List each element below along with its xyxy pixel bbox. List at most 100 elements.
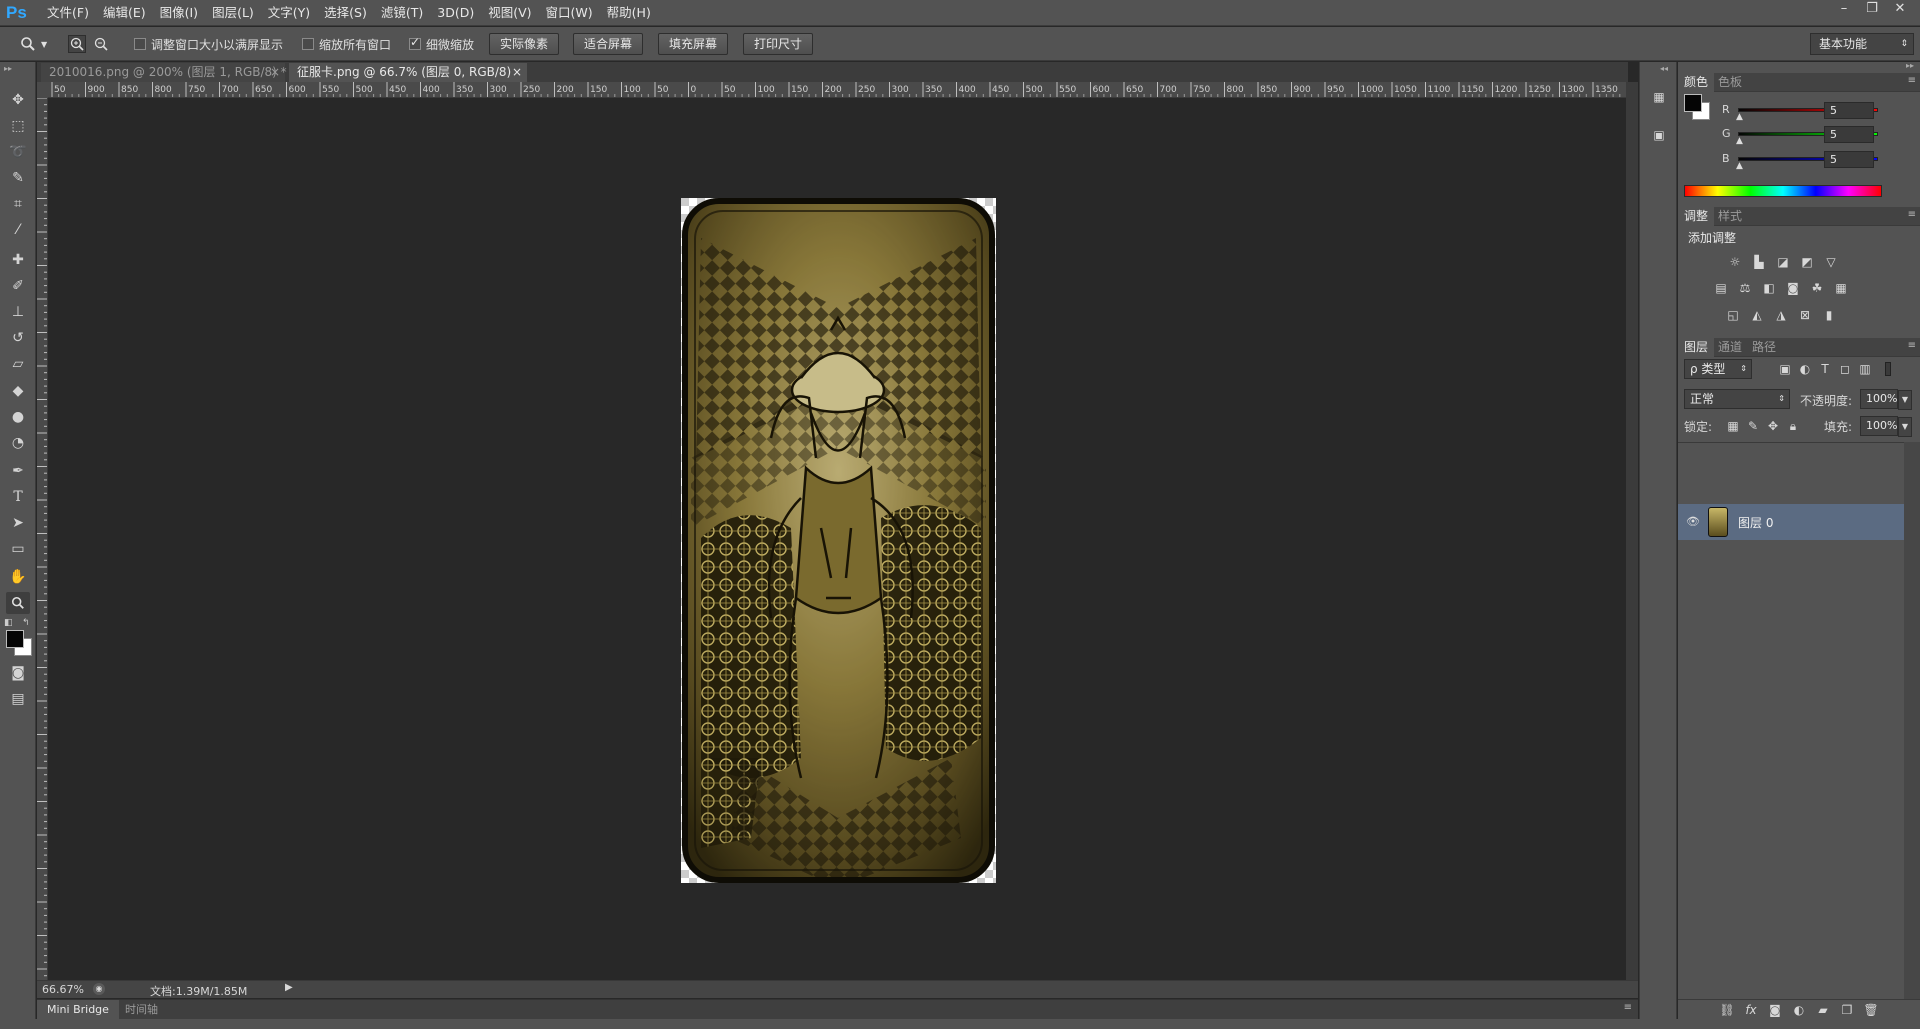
quick-select-tool[interactable]: ✎ — [6, 167, 30, 189]
tab-layers[interactable]: 图层 — [1678, 338, 1715, 357]
menu-window[interactable]: 窗口(W) — [539, 0, 600, 26]
color-spectrum-ramp[interactable] — [1684, 185, 1882, 197]
lock-position-icon[interactable]: ✥ — [1764, 418, 1782, 434]
posterize-icon[interactable]: ◭ — [1748, 307, 1766, 323]
hand-tool[interactable]: ✋ — [6, 566, 30, 588]
minimize-button[interactable]: – — [1832, 0, 1856, 18]
panel-menu-icon[interactable]: ≡ — [1908, 340, 1916, 351]
opacity-field[interactable]: 100% — [1860, 389, 1898, 409]
document-image[interactable] — [681, 198, 996, 883]
zoom-level[interactable]: 66.67% — [42, 983, 84, 996]
tab-close-icon[interactable]: × — [512, 63, 522, 82]
restore-button[interactable]: ❐ — [1860, 0, 1884, 18]
actual-pixels-button[interactable]: 实际像素 — [489, 33, 560, 55]
tab-mini-bridge[interactable]: Mini Bridge — [37, 1000, 119, 1019]
layer-row[interactable]: 👁︎ 图层 0 — [1678, 504, 1904, 540]
panel-menu-icon[interactable]: ≡ — [1624, 1002, 1632, 1013]
menu-help[interactable]: 帮助(H) — [600, 0, 658, 26]
pixel-filter-icon[interactable]: ▣ — [1776, 361, 1794, 377]
dodge-tool[interactable]: ◔ — [6, 432, 30, 454]
new-layer-icon[interactable]: ❐ — [1838, 1002, 1856, 1018]
threshold-icon[interactable]: ◮ — [1772, 307, 1790, 323]
zoom-out-button[interactable] — [92, 27, 110, 61]
tab-timeline[interactable]: 时间轴 — [119, 1000, 164, 1019]
gradient-map-icon[interactable]: ▮ — [1820, 307, 1838, 323]
mask-icon[interactable]: ◙ — [1766, 1002, 1784, 1018]
workspace-select[interactable]: 基本功能 ⇕ — [1810, 33, 1914, 55]
layers-scrollbar[interactable] — [1904, 442, 1920, 1007]
color-lookup-icon[interactable]: ▦ — [1832, 280, 1850, 296]
print-size-button[interactable]: 打印尺寸 — [743, 33, 814, 55]
brightness-icon[interactable]: ☼ — [1726, 254, 1744, 270]
lock-image-icon[interactable]: ✎ — [1744, 418, 1762, 434]
type-tool[interactable]: T — [6, 486, 30, 508]
g-value-field[interactable]: 5 — [1824, 126, 1874, 143]
fill-field[interactable]: 100% — [1860, 416, 1898, 436]
smart-object-filter-icon[interactable]: ▥ — [1856, 361, 1874, 377]
zoom-all-windows-checkbox[interactable]: 缩放所有窗口 — [302, 27, 391, 61]
menu-type[interactable]: 文字(Y) — [261, 0, 317, 26]
screen-mode-tool[interactable]: ▤ — [6, 688, 30, 710]
history-panel-icon[interactable]: ▦ — [1648, 86, 1670, 108]
hue-saturation-icon[interactable]: ▤ — [1712, 280, 1730, 296]
marquee-tool[interactable]: ⬚ — [6, 115, 30, 137]
healing-brush-tool[interactable]: ✚ — [6, 249, 30, 271]
type-filter-icon[interactable]: T — [1816, 361, 1834, 377]
trash-icon[interactable]: 🗑︎ — [1862, 1002, 1880, 1018]
panel-menu-icon[interactable]: ≡ — [1908, 209, 1916, 220]
fx-icon[interactable]: fx — [1742, 1002, 1760, 1018]
vertical-scrollbar[interactable] — [1626, 82, 1638, 980]
collapse-icon[interactable]: ◂◂ — [1660, 64, 1668, 73]
horizontal-ruler[interactable]: 50 900 850 800 750 700 650 600 550 500 450 400 350 30… — [48, 82, 1628, 98]
adjustment-layer-icon[interactable]: ◐ — [1790, 1002, 1808, 1018]
chevron-down-icon[interactable]: ▼ — [1898, 390, 1912, 410]
vertical-ruler[interactable] — [37, 98, 48, 980]
move-tool[interactable]: ✥ — [6, 89, 30, 111]
scrubby-zoom-checkbox[interactable]: 细微缩放 — [409, 27, 474, 61]
triangle-right-icon[interactable]: ▶ — [285, 982, 293, 993]
menu-file[interactable]: 文件(F) — [40, 0, 96, 26]
menu-3d[interactable]: 3D(D) — [430, 0, 481, 26]
eye-icon[interactable]: 👁︎ — [1686, 515, 1700, 528]
menu-view[interactable]: 视图(V) — [481, 0, 538, 26]
eraser-tool[interactable]: ▱ — [6, 353, 30, 375]
eyedropper-tool[interactable]: ⁄ — [6, 219, 30, 241]
color-balance-icon[interactable]: ⚖ — [1736, 280, 1754, 296]
slider-thumb[interactable]: ▲ — [1736, 112, 1743, 122]
zoom-tool[interactable] — [6, 592, 30, 614]
lock-all-icon[interactable]: 🔒︎ — [1784, 418, 1802, 434]
menu-edit[interactable]: 编辑(E) — [96, 0, 153, 26]
panel-menu-icon[interactable]: ≡ — [1908, 75, 1916, 86]
menu-select[interactable]: 选择(S) — [317, 0, 374, 26]
lasso-tool[interactable]: ➰ — [6, 141, 30, 163]
paint-bucket-tool[interactable]: ◆ — [6, 380, 30, 402]
tab-swatches[interactable]: 色板 — [1712, 73, 1748, 92]
ruler-corner[interactable] — [37, 82, 48, 98]
blend-mode-select[interactable]: 正常 ⇕ — [1684, 389, 1790, 409]
b-value-field[interactable]: 5 — [1824, 151, 1874, 168]
clone-stamp-tool[interactable]: ⊥ — [6, 301, 30, 323]
tab-document-2[interactable]: 征服卡.png @ 66.7% (图层 0, RGB/8) × — [289, 63, 527, 82]
lock-transparent-icon[interactable]: ▦ — [1724, 418, 1742, 434]
path-selection-tool[interactable]: ➤ — [6, 512, 30, 534]
layer-filter-select[interactable]: ρ 类型 ⇕ — [1684, 359, 1752, 379]
curves-icon[interactable]: ◪ — [1774, 254, 1792, 270]
collapse-icon[interactable]: ▸▸ — [1906, 61, 1914, 70]
slider-thumb[interactable]: ▲ — [1736, 161, 1743, 171]
pen-tool[interactable]: ✒ — [6, 460, 30, 482]
folder-icon[interactable]: ▰ — [1814, 1002, 1832, 1018]
tab-document-1[interactable]: 2010016.png @ 200% (图层 1, RGB/8) * × — [41, 63, 287, 82]
close-button[interactable]: ✕ — [1888, 0, 1912, 18]
tab-styles[interactable]: 样式 — [1712, 207, 1748, 226]
tab-adjustments[interactable]: 调整 — [1678, 207, 1715, 226]
collapse-icon[interactable]: ▸▸ — [4, 64, 12, 73]
share-icon[interactable]: ◉ — [93, 983, 105, 995]
selective-color-icon[interactable]: ⊠ — [1796, 307, 1814, 323]
channel-mixer-icon[interactable]: ☘ — [1808, 280, 1826, 296]
blur-tool[interactable]: ● — [6, 406, 30, 428]
fit-screen-button[interactable]: 适合屏幕 — [573, 33, 644, 55]
exposure-icon[interactable]: ◩ — [1798, 254, 1816, 270]
photo-filter-icon[interactable]: ◙ — [1784, 280, 1802, 296]
fill-screen-button[interactable]: 填充屏幕 — [658, 33, 729, 55]
r-value-field[interactable]: 5 — [1824, 102, 1874, 119]
